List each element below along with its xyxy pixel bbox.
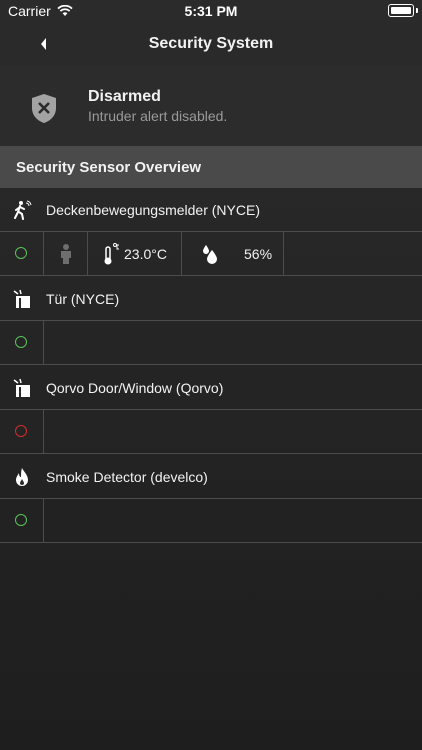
security-status-title: Disarmed (88, 88, 161, 105)
person-icon (61, 244, 71, 264)
sensor-row-smoke[interactable]: Smoke Detector (develco) (0, 455, 422, 499)
water-drops-icon (203, 245, 217, 264)
status-bar: Carrier 5:31 PM (0, 0, 422, 22)
sensor-name: Smoke Detector (develco) (46, 469, 208, 485)
sensor-overview-header: Security Sensor Overview (0, 146, 422, 188)
sensor-name: Deckenbewegungsmelder (NYCE) (46, 202, 260, 218)
sensor-detail-door (0, 321, 422, 365)
sensor-row-door[interactable]: Tür (NYCE) (0, 277, 422, 321)
sensor-name: Tür (NYCE) (46, 291, 120, 307)
thermometer-icon (104, 243, 119, 265)
sensor-name: Qorvo Door/Window (Qorvo) (46, 380, 224, 396)
status-cell (0, 321, 44, 365)
sensor-row-motion[interactable]: Deckenbewegungsmelder (NYCE) (0, 188, 422, 232)
door-window-icon (13, 289, 30, 308)
sensor-row-qorvo[interactable]: Qorvo Door/Window (Qorvo) (0, 366, 422, 410)
presence-cell (44, 232, 88, 276)
temperature-cell: 23.0°C (88, 232, 182, 276)
status-cell (0, 232, 44, 276)
security-status-panel: Disarmed Intruder alert disabled. (0, 66, 422, 146)
status-ok-indicator (15, 336, 27, 348)
status-cell (0, 410, 44, 454)
status-alert-indicator (15, 425, 27, 437)
motion-walker-icon (14, 200, 32, 220)
status-ok-indicator (15, 247, 27, 259)
clock: 5:31 PM (184, 3, 238, 19)
section-title: Security Sensor Overview (16, 159, 202, 176)
security-status-subtitle: Intruder alert disabled. (88, 108, 228, 124)
humidity-cell: 56% (182, 232, 284, 276)
temperature-value: 23.0°C (124, 246, 167, 262)
sensor-detail-qorvo (0, 410, 422, 454)
page-title: Security System (148, 35, 274, 52)
sensor-detail-smoke (0, 499, 422, 543)
battery-tip (416, 8, 418, 13)
shield-disarmed-icon (32, 94, 56, 123)
status-ok-indicator (15, 514, 27, 526)
navigation-bar: Security System (0, 22, 422, 66)
sensor-detail-motion: 23.0°C 56% (0, 232, 422, 276)
battery-icon (388, 4, 414, 17)
door-window-icon (13, 378, 30, 397)
flame-icon (16, 468, 28, 486)
status-cell (0, 499, 44, 543)
humidity-value: 56% (244, 246, 273, 262)
